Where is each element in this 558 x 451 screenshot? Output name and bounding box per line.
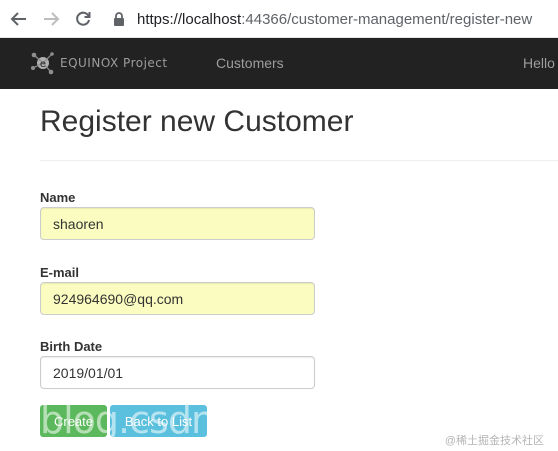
brand-logo[interactable]: e EQUINOX Project — [30, 48, 168, 78]
page-title: Register new Customer — [40, 105, 354, 138]
svg-text:e: e — [40, 59, 46, 70]
header-divider — [40, 160, 558, 161]
browser-toolbar: https://localhost:44366/customer-managem… — [0, 0, 558, 38]
birth-date-input[interactable] — [40, 356, 315, 389]
create-button[interactable]: Create — [40, 405, 107, 437]
email-label: E-mail — [40, 265, 80, 280]
top-navbar: e EQUINOX Project Customers Hello — [0, 38, 558, 89]
url-path: :44366/customer-management/register-new — [241, 11, 533, 28]
app-root: https://localhost:44366/customer-managem… — [0, 0, 558, 451]
reload-icon[interactable] — [72, 8, 94, 30]
lock-icon — [112, 12, 126, 26]
molecule-icon: e — [31, 52, 54, 75]
email-input[interactable] — [40, 282, 315, 315]
address-bar[interactable]: https://localhost:44366/customer-managem… — [137, 10, 532, 30]
forward-arrow-icon[interactable] — [40, 8, 62, 30]
brand-text: EQUINOX Project — [60, 56, 168, 70]
back-to-list-button[interactable]: Back to List — [110, 405, 207, 437]
name-label: Name — [40, 190, 76, 205]
nav-link-hello[interactable]: Hello — [523, 38, 555, 89]
nav-link-customers[interactable]: Customers — [216, 38, 284, 89]
corner-watermark: @稀土掘金技术社区 — [444, 435, 544, 447]
name-input[interactable] — [40, 207, 315, 240]
back-arrow-icon[interactable] — [8, 8, 30, 30]
birth-date-label: Birth Date — [40, 339, 103, 354]
url-host: https://localhost — [137, 11, 242, 28]
